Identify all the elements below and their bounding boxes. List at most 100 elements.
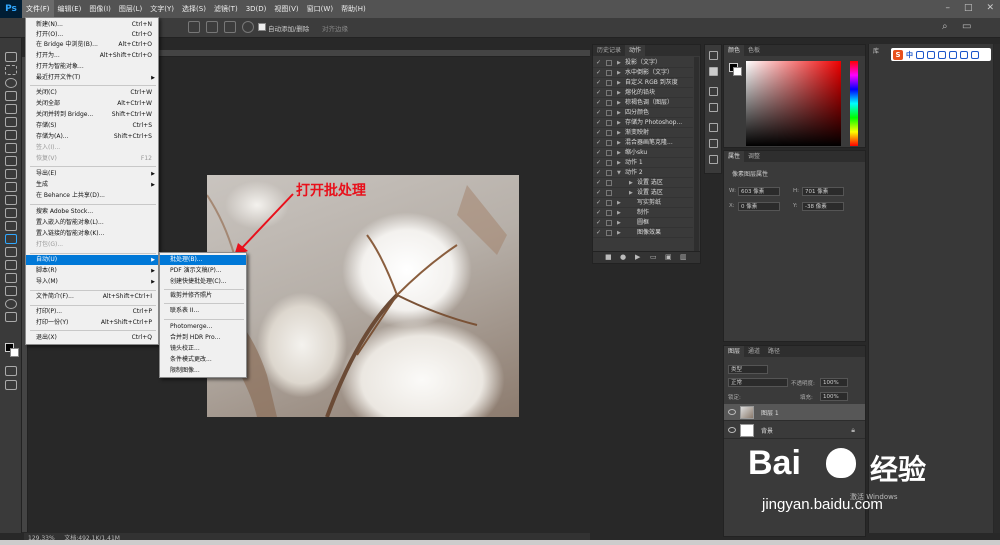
gear-icon[interactable]	[242, 21, 254, 33]
menu-item-automate[interactable]: 自动(U) ▶	[26, 255, 158, 265]
marquee-tool-icon[interactable]	[5, 65, 17, 75]
action-row[interactable]: ✓ ▶ 熔化的铅块	[593, 88, 693, 98]
y-field[interactable]: -38 像素	[802, 202, 844, 211]
dodge-tool-icon[interactable]	[5, 221, 17, 231]
menu-item-print[interactable]: 打印(P)... Ctrl+P	[26, 307, 158, 317]
menu-item-adobe-stock[interactable]: 搜索 Adobe Stock...	[26, 207, 158, 217]
tab-actions[interactable]: 动作	[625, 45, 646, 56]
eyedropper-tool-icon[interactable]	[5, 117, 17, 127]
action-row[interactable]: ✓ ▶ 自定义 RGB 到灰度	[593, 78, 693, 88]
path-ops-icon[interactable]	[188, 21, 200, 33]
action-row[interactable]: ✓ ▶ 混合器画笔克隆...	[593, 138, 693, 148]
menu-item-generate[interactable]: 生成 ▶	[26, 180, 158, 190]
menu-item-open-smart-object[interactable]: 打开为智能对象...	[26, 62, 158, 72]
background-color-swatch[interactable]	[10, 348, 19, 357]
menu-item-export[interactable]: 导出(E) ▶	[26, 169, 158, 179]
record-icon[interactable]: ●	[620, 253, 626, 261]
action-row[interactable]: ✓ ▶ 设置 选区	[593, 188, 693, 198]
screen-mode-icon[interactable]	[5, 380, 17, 390]
menu-item-save-as[interactable]: 存储为(A)... Shift+Ctrl+S	[26, 132, 158, 142]
submenu-item-photomerge[interactable]: Photomerge...	[160, 322, 246, 332]
action-row[interactable]: ✓ ▶ 写实剪纸	[593, 198, 693, 208]
close-icon[interactable]: ✕	[986, 3, 994, 13]
hue-slider[interactable]	[850, 61, 858, 146]
menu-item-close-all[interactable]: 关闭全部 Alt+Ctrl+W	[26, 99, 158, 109]
submenu-item-conditional-mode[interactable]: 条件模式更改...	[160, 355, 246, 365]
minimize-icon[interactable]: –	[945, 3, 950, 13]
submenu-item-merge-hdr[interactable]: 合并到 HDR Pro...	[160, 333, 246, 343]
submenu-item-create-droplet[interactable]: 创建快捷批处理(C)...	[160, 277, 246, 287]
tab-layers[interactable]: 图层	[724, 346, 745, 357]
ime-mic-icon[interactable]	[938, 50, 946, 59]
opacity-field[interactable]: 100%	[820, 378, 848, 387]
action-row[interactable]: ✓ ▶ 动作 1	[593, 158, 693, 168]
trash-icon[interactable]: ▥	[680, 253, 687, 261]
menu-edit[interactable]: 编辑(E)	[54, 0, 86, 18]
menu-item-exit[interactable]: 退出(X) Ctrl+Q	[26, 333, 158, 343]
glyphs-icon[interactable]	[709, 155, 718, 164]
search-icon[interactable]: ⌕	[942, 21, 948, 32]
zoom-tool-icon[interactable]	[5, 299, 17, 309]
healing-brush-tool-icon[interactable]	[5, 130, 17, 140]
menu-item-recent[interactable]: 最近打开文件(T) ▶	[26, 73, 158, 83]
crop-tool-icon[interactable]	[5, 104, 17, 114]
ime-skin-icon[interactable]	[960, 50, 968, 59]
tab-properties[interactable]: 属性	[724, 151, 745, 162]
menu-item-place-linked[interactable]: 置入链接的智能对象(K)...	[26, 229, 158, 239]
menu-item-new[interactable]: 新建(N)... Ctrl+N	[26, 20, 158, 30]
path-align-icon[interactable]	[206, 21, 218, 33]
quick-select-tool-icon[interactable]	[5, 91, 17, 101]
new-set-icon[interactable]: ▭	[650, 253, 657, 261]
width-field[interactable]: 603 像素	[738, 187, 780, 196]
action-row[interactable]: ✓ ▶ 棕褐色调（图层）	[593, 98, 693, 108]
action-row[interactable]: ✓ ▶ 设置 选区	[593, 178, 693, 188]
menu-window[interactable]: 窗口(W)	[303, 0, 337, 18]
stop-icon[interactable]: ■	[605, 253, 612, 261]
menu-file[interactable]: 文件(F)	[22, 0, 54, 18]
ime-moon-icon[interactable]	[916, 50, 924, 59]
tab-history[interactable]: 历史记录	[593, 45, 625, 56]
submenu-item-lens-correction[interactable]: 镜头校正...	[160, 344, 246, 354]
hand-tool-icon[interactable]	[5, 286, 17, 296]
tab-color[interactable]: 颜色	[724, 45, 745, 56]
menu-item-place-embedded[interactable]: 置入嵌入的智能对象(L)...	[26, 218, 158, 228]
menu-item-file-info[interactable]: 文件简介(F)... Alt+Shift+Ctrl+I	[26, 292, 158, 302]
menu-help[interactable]: 帮助(H)	[337, 0, 370, 18]
blur-tool-icon[interactable]	[5, 208, 17, 218]
menu-item-scripts[interactable]: 脚本(R) ▶	[26, 266, 158, 276]
menu-type[interactable]: 文字(Y)	[146, 0, 178, 18]
tab-channels[interactable]: 通道	[744, 346, 764, 357]
color-bg-swatch[interactable]	[733, 67, 742, 76]
action-row[interactable]: ✓ ▶ 圆框	[593, 218, 693, 228]
lasso-tool-icon[interactable]	[5, 78, 17, 88]
height-field[interactable]: 701 像素	[802, 187, 844, 196]
move-tool-icon[interactable]	[5, 52, 17, 62]
menu-item-open-as[interactable]: 打开为... Alt+Shift+Ctrl+O	[26, 51, 158, 61]
action-row[interactable]: ✓ ▼ 动作 2	[593, 168, 693, 178]
eye-icon[interactable]	[728, 427, 736, 433]
menu-item-import[interactable]: 导入(M) ▶	[26, 277, 158, 287]
menu-item-close-go-bridge[interactable]: 关闭并转到 Bridge... Shift+Ctrl+W	[26, 110, 158, 120]
paragraph-icon[interactable]	[709, 139, 718, 148]
path-select-tool-icon[interactable]	[5, 260, 17, 270]
menu-select[interactable]: 选择(S)	[178, 0, 210, 18]
menu-3d[interactable]: 3D(D)	[242, 0, 271, 18]
edit-toolbar-icon[interactable]	[5, 312, 17, 322]
clone-source-icon[interactable]	[709, 103, 718, 112]
character-icon[interactable]	[709, 123, 718, 132]
history-icon[interactable]	[709, 51, 718, 60]
action-row[interactable]: ✓ ▶ 制作	[593, 208, 693, 218]
menu-item-open[interactable]: 打开(O)... Ctrl+O	[26, 30, 158, 40]
menu-item-close[interactable]: 关闭(C) Ctrl+W	[26, 88, 158, 98]
eraser-tool-icon[interactable]	[5, 182, 17, 192]
blend-mode-select[interactable]: 正常	[728, 378, 788, 387]
menu-filter[interactable]: 滤镜(T)	[210, 0, 242, 18]
ime-tools-icon[interactable]	[971, 50, 979, 59]
tab-adjustments[interactable]: 调整	[744, 151, 764, 162]
action-row[interactable]: ✓ ▶ 缩小sku	[593, 148, 693, 158]
action-row[interactable]: ✓ ▶ 存储为 Photoshop...	[593, 118, 693, 128]
auto-add-delete-checkbox[interactable]	[258, 23, 266, 31]
layer-kind-filter[interactable]: 类型	[728, 365, 768, 374]
tab-libraries[interactable]: 库	[873, 46, 879, 55]
x-field[interactable]: 0 像素	[738, 202, 780, 211]
